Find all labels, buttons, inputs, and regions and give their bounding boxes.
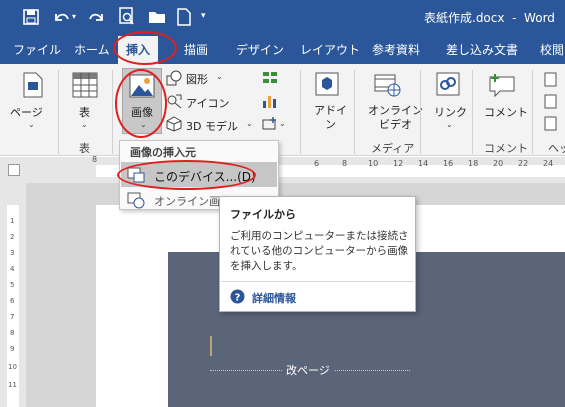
comment-button[interactable]: コメント bbox=[484, 104, 528, 120]
link-icon bbox=[436, 72, 460, 96]
highlight-oval-image-button bbox=[115, 69, 167, 138]
ruler-number: 20 bbox=[493, 159, 504, 168]
cube-3d-icon bbox=[166, 116, 182, 132]
group-label-table: 表 bbox=[79, 142, 90, 155]
chevron-down-icon: ⌄ bbox=[28, 120, 35, 129]
window-title: 表紙作成.docx - Word bbox=[424, 11, 555, 25]
tab-home[interactable]: ホーム bbox=[74, 41, 110, 58]
ruler-number: 11 bbox=[8, 381, 17, 389]
ruler-number: 14 bbox=[418, 159, 429, 168]
customize-qat-icon[interactable]: ▾ bbox=[201, 11, 206, 21]
addins-button[interactable]: アドイ ン bbox=[314, 104, 347, 132]
table-icon bbox=[72, 72, 98, 98]
ruler-number: 16 bbox=[443, 159, 454, 168]
tooltip: ファイルから ご利用のコンピューターまたは接続されている他のコンピューターから画… bbox=[219, 196, 416, 312]
ruler-number: 4 bbox=[10, 265, 15, 273]
shapes-button[interactable]: 図形 bbox=[186, 71, 208, 87]
group-divider bbox=[472, 70, 473, 154]
icons-icon bbox=[167, 94, 182, 109]
shapes-icon bbox=[166, 70, 182, 86]
highlight-oval-this-device bbox=[117, 160, 256, 190]
group-label-media: メディア bbox=[371, 142, 415, 155]
vertical-ruler[interactable]: 1 2 3 4 5 6 7 8 9 10 11 bbox=[0, 183, 26, 407]
table-button[interactable]: 表 bbox=[79, 104, 90, 120]
icons-button[interactable]: アイコン bbox=[186, 95, 229, 111]
ruler-number: 22 bbox=[518, 159, 529, 168]
save-icon[interactable] bbox=[22, 8, 40, 26]
ruler-number: 1 bbox=[10, 217, 15, 225]
tooltip-body: ご利用のコンピューターまたは接続されている他のコンピューターから画像を挿入します… bbox=[230, 230, 409, 272]
tab-mailings[interactable]: 差し込み文書 bbox=[446, 41, 518, 58]
header-footer-icons bbox=[544, 72, 557, 131]
tab-review[interactable]: 校閲 bbox=[540, 41, 564, 58]
highlight-oval-insert-tab bbox=[113, 31, 177, 65]
tab-selector-icon[interactable] bbox=[8, 164, 20, 176]
ruler-number: 7 bbox=[10, 313, 15, 321]
help-icon: ? bbox=[230, 289, 245, 304]
online-picture-icon bbox=[127, 192, 145, 209]
group-divider bbox=[112, 70, 113, 154]
chevron-down-icon: ⌄ bbox=[216, 72, 223, 81]
tab-file[interactable]: ファイル bbox=[13, 41, 61, 58]
svg-text:?: ? bbox=[235, 293, 241, 304]
ruler-number: 18 bbox=[468, 159, 479, 168]
chart-icon bbox=[263, 96, 276, 108]
online-video-icon bbox=[374, 74, 401, 97]
chevron-down-icon: ⌄ bbox=[81, 120, 88, 129]
ruler-number: 6 bbox=[314, 159, 320, 168]
tooltip-title: ファイルから bbox=[230, 208, 296, 221]
ruler-number: 6 bbox=[10, 297, 15, 305]
addins-icon bbox=[315, 72, 339, 96]
screenshot-icon bbox=[262, 117, 276, 130]
dropdown-header: 画像の挿入元 bbox=[130, 146, 196, 159]
ribbon-tabs: ファイル ホーム 挿入 描画 デザイン レイアウト 参考資料 差し込み文書 校閲 bbox=[0, 34, 565, 64]
online-video-button[interactable]: オンライン ビデオ bbox=[368, 104, 423, 132]
tab-references[interactable]: 参考資料 bbox=[372, 41, 420, 58]
horizontal-ruler[interactable]: 8 6 8 10 12 14 16 18 20 22 24 bbox=[0, 155, 565, 183]
page-break-label: 改ページ bbox=[282, 362, 334, 378]
ruler-number: 9 bbox=[10, 345, 15, 353]
chevron-down-icon: ⌄ bbox=[279, 119, 286, 128]
ruler-number: 10 bbox=[8, 363, 17, 371]
chevron-down-icon: ⌄ bbox=[246, 119, 253, 128]
undo-dropdown-icon[interactable]: ▾ bbox=[72, 12, 76, 21]
group-divider bbox=[354, 70, 355, 154]
text-cursor bbox=[210, 336, 212, 356]
ruler-number: 12 bbox=[393, 159, 404, 168]
group-divider bbox=[532, 70, 533, 154]
group-label-comments: コメント bbox=[484, 142, 528, 155]
3d-model-button[interactable]: 3D モデル bbox=[186, 118, 238, 134]
ruler-number: 24 bbox=[543, 159, 554, 168]
page-button[interactable]: ページ bbox=[10, 104, 43, 120]
tooltip-more-info-link[interactable]: 詳細情報 bbox=[252, 290, 296, 306]
open-folder-icon[interactable] bbox=[148, 9, 168, 25]
group-divider bbox=[58, 70, 59, 154]
undo-icon[interactable] bbox=[52, 8, 70, 26]
title-bar: ▾ ▾ 表紙作成.docx - Word bbox=[0, 0, 565, 34]
group-divider bbox=[420, 70, 421, 154]
smartart-icon bbox=[263, 72, 277, 83]
tab-design[interactable]: デザイン bbox=[236, 41, 284, 58]
chevron-down-icon: ⌄ bbox=[446, 120, 453, 129]
link-button[interactable]: リンク bbox=[434, 104, 467, 120]
new-document-icon[interactable] bbox=[176, 8, 192, 26]
tooltip-divider bbox=[221, 281, 414, 282]
group-label-header-footer: ヘッ bbox=[548, 142, 565, 155]
ribbon-insert: ページ ⌄ 表 ⌄ 表 画像 ⌄ 図形 ⌄ アイコン 3D モデル ⌄ ⌄ アド… bbox=[0, 64, 565, 156]
tab-draw[interactable]: 描画 bbox=[184, 41, 208, 58]
tab-layout[interactable]: レイアウト bbox=[300, 41, 360, 58]
print-preview-icon[interactable] bbox=[118, 7, 136, 27]
comment-icon bbox=[489, 74, 515, 98]
ruler-number: 8 bbox=[10, 329, 15, 337]
redo-icon[interactable] bbox=[88, 8, 106, 26]
ruler-number: 8 bbox=[92, 155, 98, 164]
group-divider bbox=[300, 70, 301, 154]
ruler-number: 8 bbox=[342, 159, 348, 168]
ruler-number: 5 bbox=[10, 281, 15, 289]
ruler-number: 2 bbox=[10, 233, 15, 241]
cover-page-icon bbox=[23, 72, 43, 98]
ruler-number: 3 bbox=[10, 249, 15, 257]
ruler-number: 10 bbox=[368, 159, 379, 168]
